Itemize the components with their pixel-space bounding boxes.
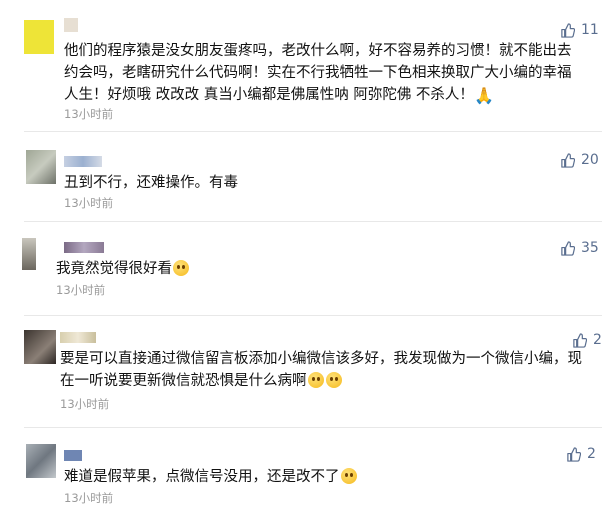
comment-text: 难道是假苹果，点微信号没用，还是改不了 bbox=[64, 466, 564, 488]
username-blurred[interactable] bbox=[64, 18, 78, 32]
comment-text: 要是可以直接通过微信留言板添加小编微信该多好，我发现做为一个微信小编，现在一听说… bbox=[60, 351, 582, 389]
smile-emoji bbox=[173, 260, 189, 276]
thumbs-up-icon bbox=[561, 152, 575, 168]
like-button[interactable]: 2 bbox=[572, 332, 602, 348]
timestamp: 13小时前 bbox=[64, 491, 114, 505]
thumbs-up-icon bbox=[561, 240, 575, 256]
like-count: 2 bbox=[587, 446, 596, 462]
username-blurred[interactable] bbox=[60, 332, 96, 343]
username-blurred[interactable] bbox=[64, 242, 104, 253]
like-button[interactable]: 20 bbox=[560, 152, 599, 168]
like-button[interactable]: 2 bbox=[566, 446, 596, 462]
timestamp: 13小时前 bbox=[64, 107, 114, 121]
pray-emoji: 🙏 bbox=[473, 86, 494, 105]
thumbs-up-icon bbox=[567, 446, 581, 462]
avatar[interactable] bbox=[22, 238, 36, 270]
timestamp: 13小时前 bbox=[64, 196, 114, 210]
divider bbox=[24, 427, 602, 428]
comment-text: 他们的程序猿是没女朋友蛋疼吗，老改什么啊，好不容易养的习惯！就不能出去约会吗，老… bbox=[64, 43, 572, 105]
like-button[interactable]: 35 bbox=[560, 240, 599, 256]
smile-emoji bbox=[340, 468, 357, 484]
like-count: 35 bbox=[581, 240, 599, 256]
avatar[interactable] bbox=[26, 150, 56, 184]
like-count: 2 bbox=[593, 332, 602, 348]
smile-emoji bbox=[325, 372, 342, 388]
thumbs-up-icon bbox=[561, 22, 575, 38]
thumbs-up-icon bbox=[573, 332, 587, 348]
divider bbox=[24, 131, 602, 132]
avatar[interactable] bbox=[24, 330, 56, 364]
like-count: 11 bbox=[581, 22, 599, 38]
comment-text: 丑到不行，还难操作。有毒 bbox=[64, 175, 238, 191]
divider bbox=[24, 315, 602, 316]
smile-emoji bbox=[307, 372, 324, 388]
timestamp: 13小时前 bbox=[60, 397, 110, 411]
username-blurred[interactable] bbox=[64, 450, 82, 461]
avatar[interactable] bbox=[26, 444, 56, 478]
divider bbox=[24, 221, 602, 222]
username-blurred[interactable] bbox=[64, 156, 102, 167]
like-count: 20 bbox=[581, 152, 599, 168]
timestamp: 13小时前 bbox=[56, 283, 106, 297]
like-button[interactable]: 11 bbox=[560, 22, 599, 38]
comment-text: 我竟然觉得很好看 bbox=[56, 258, 556, 280]
avatar[interactable] bbox=[24, 20, 54, 54]
